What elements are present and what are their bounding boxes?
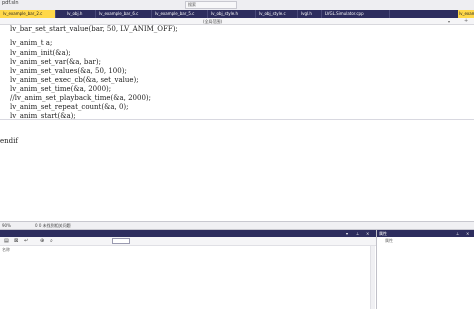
scrollbar[interactable] bbox=[370, 246, 375, 309]
output-toolbar: ▤ ⊠ ↵ ⊕ ⌕ bbox=[0, 237, 376, 246]
tab-lv-example-bar-6[interactable]: lv_example_bar_6.c bbox=[96, 10, 152, 18]
zoom-level[interactable]: 90% bbox=[2, 222, 11, 229]
code-line: //lv_anim_set_playback_time(&a, 2000); bbox=[10, 94, 152, 102]
status-bar: 90% 0 0 未找到相关问题 bbox=[0, 221, 474, 229]
pin-icon[interactable]: ⊥ bbox=[356, 230, 359, 237]
search-icon[interactable]: ⌕ bbox=[50, 238, 53, 245]
filter-input[interactable] bbox=[112, 238, 130, 244]
title-bar: pdf.sln 搜索 bbox=[0, 0, 474, 10]
clear-icon[interactable]: ⊠ bbox=[14, 238, 18, 245]
current-line-highlight bbox=[0, 119, 474, 120]
add-icon[interactable]: + bbox=[464, 18, 468, 25]
navigation-bar: (全局范围) ▾ + bbox=[0, 18, 474, 25]
code-line: lv_anim_set_values(&a, 50, 100); bbox=[10, 67, 127, 75]
list-icon[interactable]: ▤ bbox=[4, 238, 9, 245]
code-editor[interactable]: lv_bar_set_start_value(bar, 50, LV_ANIM_… bbox=[0, 25, 474, 220]
tab-lvgl-simulator[interactable]: LVGL.Simulator.cpp bbox=[322, 10, 390, 18]
pin-icon[interactable]: ⊥ bbox=[456, 230, 459, 237]
tab-lvgl-h[interactable]: lvgl.h bbox=[298, 10, 322, 18]
tab-lv-example-right[interactable]: lv_example bbox=[458, 10, 474, 18]
code-line: lv_anim_set_var(&a, bar); bbox=[10, 58, 101, 66]
output-panel-body[interactable]: 名称 bbox=[0, 246, 376, 309]
tab-lv-example-bar-2[interactable]: lv_example_bar_2.c bbox=[0, 10, 56, 18]
code-line: lv_anim_set_repeat_count(&a, 0); bbox=[10, 103, 129, 111]
filter-icon[interactable]: ⊕ bbox=[40, 238, 44, 245]
code-line: lv_anim_set_exec_cb(&a, set_value); bbox=[10, 76, 139, 84]
tab-lv-example-bar-5[interactable]: lv_example_bar_5.c bbox=[152, 10, 208, 18]
search-box[interactable]: 搜索 bbox=[185, 1, 237, 9]
issues-indicator[interactable]: 0 0 未找到相关问题 bbox=[35, 222, 71, 229]
close-icon[interactable]: × bbox=[366, 230, 369, 237]
close-icon[interactable]: × bbox=[466, 230, 469, 237]
code-line: lv_anim_t a; bbox=[10, 39, 53, 47]
code-line: lv_anim_set_time(&a, 2000); bbox=[10, 85, 112, 93]
tab-bar: lv_example_bar_2.c lv_obj.h lv_example_b… bbox=[0, 10, 474, 18]
code-line: lv_anim_init(&a); bbox=[10, 49, 71, 57]
tab-lv-obj-style-h[interactable]: lv_obj_style.h bbox=[208, 10, 256, 18]
code-line: lv_bar_set_start_value(bar, 50, LV_ANIM_… bbox=[10, 25, 178, 33]
column-header: 名称 bbox=[2, 247, 10, 252]
properties-panel-header: 属性 ⊥ × bbox=[376, 230, 474, 237]
properties-title: 属性 bbox=[379, 231, 387, 236]
wrap-icon[interactable]: ↵ bbox=[24, 238, 28, 245]
chevron-down-icon[interactable]: ▾ bbox=[448, 18, 450, 25]
code-line: endif bbox=[0, 137, 18, 145]
tab-lv-obj-style-c[interactable]: lv_obj_style.c bbox=[256, 10, 298, 18]
window-title: pdf.sln bbox=[2, 0, 19, 6]
output-panel-header: ▾ ⊥ × bbox=[0, 230, 376, 237]
scope-dropdown[interactable]: (全局范围) bbox=[203, 18, 222, 25]
tab-lv-obj-h[interactable]: lv_obj.h bbox=[64, 10, 96, 18]
dropdown-icon[interactable]: ▾ bbox=[346, 230, 348, 237]
properties-panel[interactable] bbox=[377, 237, 474, 309]
properties-row: 属性 bbox=[385, 238, 393, 243]
